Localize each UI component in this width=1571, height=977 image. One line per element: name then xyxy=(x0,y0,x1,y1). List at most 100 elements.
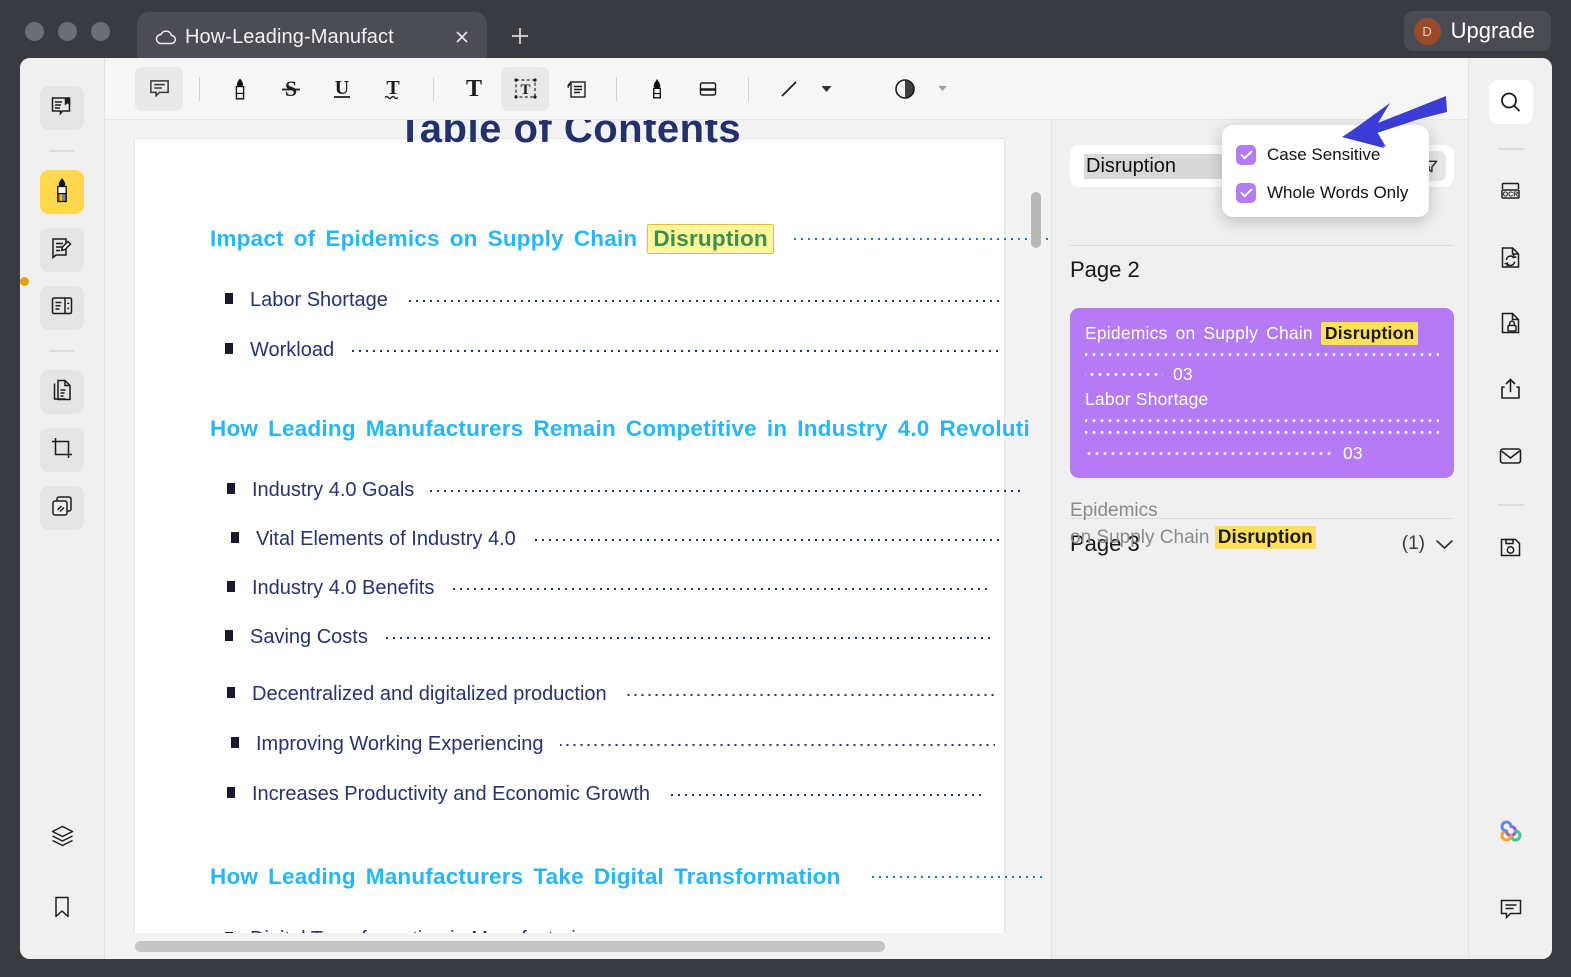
page-number: 03 xyxy=(1343,443,1363,464)
toc-entry-label: Workload xyxy=(250,339,334,362)
close-icon[interactable] xyxy=(451,26,473,48)
sidebar-item-ai-assistant[interactable] xyxy=(1489,811,1533,855)
search-result-item[interactable]: Epidemics on Supply Chain Disruption xyxy=(1070,500,1454,550)
sidebar-item-ocr[interactable]: OCR xyxy=(1489,172,1533,216)
underline-icon[interactable]: U xyxy=(318,67,366,111)
filter-option-case-sensitive[interactable]: Case Sensitive xyxy=(1222,136,1429,174)
divider xyxy=(199,77,200,101)
toc-entry-label: Improving Working Experiencing xyxy=(256,733,544,756)
vertical-scrollbar[interactable] xyxy=(1031,192,1041,248)
sidebar-item-page-extract[interactable] xyxy=(40,370,84,414)
heading-word: Manufacturers xyxy=(366,416,524,442)
sidebar-item-protect-document[interactable] xyxy=(1489,304,1533,348)
bullet-icon xyxy=(227,581,235,592)
toc-entry: Increases Productivity and Economic Grow… xyxy=(227,783,986,806)
horizontal-scrollbar[interactable] xyxy=(135,941,885,952)
page-number: 03 xyxy=(1173,364,1193,385)
heading-word: Supply xyxy=(488,226,564,252)
text-tool-icon[interactable]: T xyxy=(450,67,498,111)
reader-view-icon xyxy=(49,93,75,124)
divider xyxy=(1498,148,1524,150)
divider xyxy=(748,77,749,101)
toc-entry: Workload xyxy=(225,339,1000,362)
divider xyxy=(49,350,75,352)
checkbox-checked-icon[interactable] xyxy=(1236,183,1256,203)
filter-option-whole-words-only[interactable]: Whole Words Only xyxy=(1222,174,1429,212)
svg-text:U: U xyxy=(335,77,349,99)
document-viewer[interactable]: Table of Contents Impact of Epidemics on… xyxy=(105,120,1051,959)
right-toolbar-rail: OCR xyxy=(1468,58,1552,959)
line-dropdown-caret[interactable] xyxy=(816,67,836,111)
toc-entry: Vital Elements of Industry 4.0 xyxy=(231,528,1002,551)
sidebar-item-email[interactable] xyxy=(1489,436,1533,480)
heading-word: Leading xyxy=(268,416,356,442)
maximize-window-button[interactable] xyxy=(91,22,110,41)
toc-entry: Labor Shortage xyxy=(225,289,1004,312)
sidebar-item-highlighter[interactable] xyxy=(40,170,84,214)
leader-dots xyxy=(1085,353,1439,356)
sidebar-item-reader-view[interactable] xyxy=(40,86,84,130)
pencil-icon[interactable] xyxy=(633,67,681,111)
section-heading-1: Impact of Epidemics on Supply Chain Disr… xyxy=(210,224,1051,254)
sidebar-item-crop[interactable] xyxy=(40,428,84,472)
heading-word: Chain xyxy=(574,226,638,252)
heading-word: Impact xyxy=(210,226,284,252)
document-tab[interactable]: How-Leading-Manufact xyxy=(137,12,487,62)
sidebar-item-duplicate-page[interactable] xyxy=(40,486,84,530)
search-match-highlight: Disruption xyxy=(647,224,774,254)
title-bar: How-Leading-Manufact D Upgrade xyxy=(0,0,1571,62)
application-window: How-Leading-Manufact D Upgrade xyxy=(0,0,1571,977)
convert-icon xyxy=(1497,244,1524,276)
result-word: Labor Shortage xyxy=(1085,389,1208,410)
note-comment-icon[interactable] xyxy=(135,67,183,111)
sidebar-item-annotate[interactable] xyxy=(40,228,84,272)
heading-word: Competitive xyxy=(626,416,757,442)
sidebar-item-convert[interactable] xyxy=(1489,238,1533,282)
leader-dots xyxy=(867,876,1047,878)
sidebar-item-comments[interactable] xyxy=(1489,889,1533,933)
text-callout-icon[interactable] xyxy=(552,67,600,111)
heading-word: Industry xyxy=(797,416,887,442)
leader-dots xyxy=(1085,373,1163,376)
sidebar-item-layers[interactable] xyxy=(40,817,84,861)
active-tool-indicator xyxy=(20,277,29,286)
bullet-icon xyxy=(227,787,235,798)
toc-entry: Improving Working Experiencing xyxy=(231,733,995,756)
close-window-button[interactable] xyxy=(25,22,44,41)
checkbox-checked-icon[interactable] xyxy=(1236,145,1256,165)
search-result-selected[interactable]: Epidemics on Supply Chain Disruption 03 … xyxy=(1070,308,1454,478)
text-box-icon[interactable]: T xyxy=(501,67,549,111)
sidebar-item-share[interactable] xyxy=(1489,370,1533,414)
highlighter-icon[interactable] xyxy=(216,67,264,111)
svg-text:T: T xyxy=(466,76,482,102)
minimize-window-button[interactable] xyxy=(58,22,77,41)
leader-dots xyxy=(623,694,998,696)
leader-dots xyxy=(790,238,1051,240)
search-result-group-header-page-2[interactable]: Page 2 xyxy=(1070,253,1454,287)
upgrade-button[interactable]: D Upgrade xyxy=(1404,11,1551,51)
toc-entry-label: Decentralized and digitalized production xyxy=(252,683,607,706)
new-tab-button[interactable] xyxy=(505,21,535,51)
sidebar-item-page-organize[interactable] xyxy=(40,286,84,330)
bullet-icon xyxy=(231,532,239,543)
sidebar-item-search[interactable] xyxy=(1489,80,1533,124)
strikethrough-icon[interactable]: S xyxy=(267,67,315,111)
sidebar-item-bookmark[interactable] xyxy=(40,887,84,931)
line-icon[interactable] xyxy=(765,67,813,111)
divider xyxy=(49,150,75,152)
heading-word: How xyxy=(210,864,258,890)
color-opacity-icon[interactable] xyxy=(881,67,929,111)
toc-entry: Decentralized and digitalized production xyxy=(227,683,998,706)
crop-icon xyxy=(49,435,75,466)
sidebar-item-save[interactable] xyxy=(1489,528,1533,572)
squiggly-underline-icon[interactable]: T xyxy=(369,67,417,111)
duplicate-page-icon xyxy=(49,493,75,524)
search-panel: Disruption Page 2 Epidemics on Supply Ch… xyxy=(1051,120,1468,959)
eraser-icon[interactable] xyxy=(684,67,732,111)
toc-entry-label: Saving Costs xyxy=(250,626,368,649)
toc-entry-label: Vital Elements of Industry 4.0 xyxy=(256,528,516,551)
color-dropdown-caret[interactable] xyxy=(932,67,952,111)
highlighter-tool-icon xyxy=(49,176,75,209)
result-line: Labor Shortage xyxy=(1085,389,1439,410)
divider xyxy=(1498,504,1524,506)
